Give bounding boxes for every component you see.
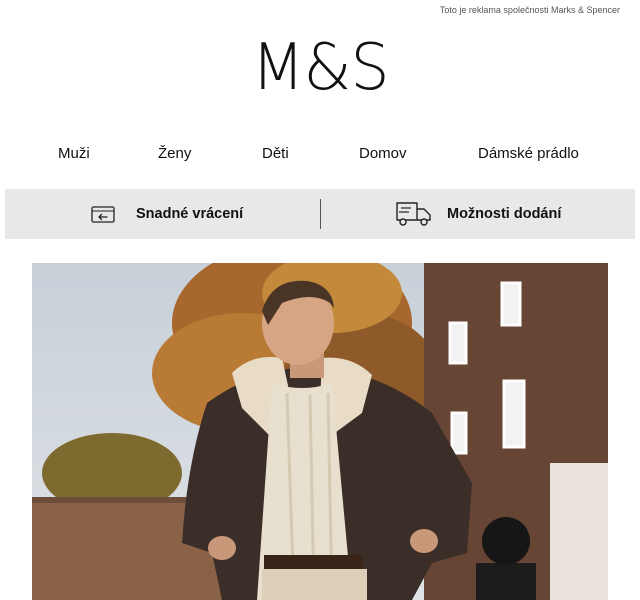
nav-item-kids[interactable]: Děti: [262, 145, 289, 162]
main-navigation: Muži Ženy Děti Domov Dámské prádlo: [0, 145, 640, 169]
service-divider: [320, 199, 321, 229]
ad-notice: Toto je reklama společnosti Marks & Spen…: [439, 5, 620, 15]
nav-item-home[interactable]: Domov: [359, 145, 407, 162]
hero-image[interactable]: [32, 263, 608, 600]
brand-logo[interactable]: M&S: [13, 36, 627, 100]
return-card-icon: [90, 202, 118, 226]
nav-item-lingerie[interactable]: Dámské prádlo: [478, 145, 579, 162]
nav-item-women[interactable]: Ženy: [158, 145, 191, 162]
delivery-options-link[interactable]: Možnosti dodání: [393, 189, 561, 239]
delivery-truck-icon: [393, 200, 433, 228]
delivery-options-label: Možnosti dodání: [447, 206, 562, 222]
service-bar: Snadné vrácení Možnosti dodání: [5, 189, 635, 239]
easy-returns-label: Snadné vrácení: [136, 206, 244, 222]
easy-returns-link[interactable]: Snadné vrácení: [90, 189, 243, 239]
nav-item-men[interactable]: Muži: [58, 145, 90, 162]
